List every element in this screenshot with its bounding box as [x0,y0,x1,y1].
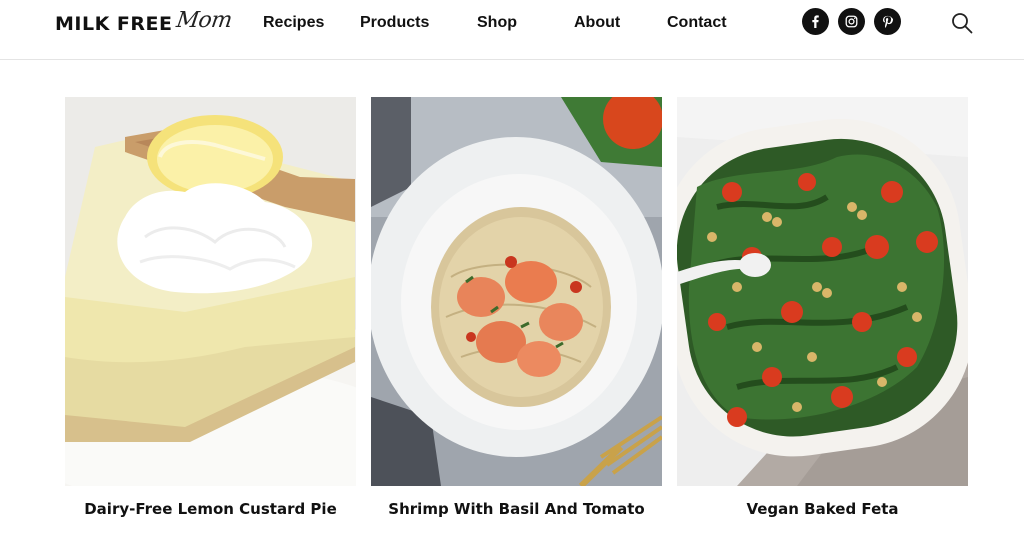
facebook-link[interactable] [802,8,829,35]
pinterest-icon [883,15,894,28]
nav-products[interactable]: Products [360,12,429,34]
search-button[interactable] [950,11,974,35]
recipe-image-lemon-custard-pie[interactable] [65,97,356,486]
recipe-title-shrimp-basil-tomato[interactable]: Shrimp With Basil And Tomato [371,499,662,519]
nav-recipes[interactable]: Recipes [263,12,324,34]
site-logo[interactable]: MILK FREE Mom [55,7,233,40]
recipe-image-shrimp-basil-tomato[interactable] [371,97,662,486]
lemon-pie-photo [65,97,356,486]
logo-script-text: Mom [174,7,233,33]
site-header: MILK FREE Mom Recipes Products Shop Abou… [0,0,1024,60]
shrimp-pasta-photo [371,97,662,486]
baked-feta-photo [677,97,968,486]
nav-contact[interactable]: Contact [667,12,727,34]
logo-text: MILK FREE [55,13,173,35]
instagram-link[interactable] [838,8,865,35]
search-icon [952,13,973,34]
nav-shop[interactable]: Shop [477,12,517,34]
recipe-title-lemon-custard-pie[interactable]: Dairy-Free Lemon Custard Pie [65,499,356,519]
facebook-icon [812,15,819,28]
instagram-icon [845,15,858,28]
pinterest-link[interactable] [874,8,901,35]
nav-about[interactable]: About [574,12,620,34]
recipe-title-vegan-baked-feta[interactable]: Vegan Baked Feta [677,499,968,519]
recipe-image-vegan-baked-feta[interactable] [677,97,968,486]
